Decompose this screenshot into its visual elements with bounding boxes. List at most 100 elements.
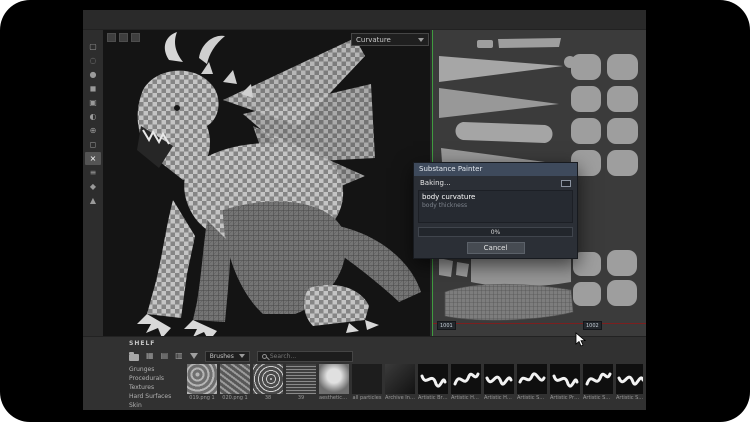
tool-clone[interactable]: ◻	[85, 138, 101, 151]
shelf-asset-preview	[517, 364, 547, 394]
grid-view-icon[interactable]: ▦	[146, 351, 154, 361]
shelf-asset-label: aesthetica...	[319, 395, 349, 401]
viewport-camera-icon[interactable]	[131, 33, 140, 42]
channel-selector-dropdown[interactable]: Curvature	[351, 33, 429, 46]
uv-tile-boundary-line	[433, 323, 646, 324]
shelf-panel: SHELF ▦ ▤ ▥ Brushes GrungesProceduralsTe…	[83, 336, 646, 410]
shelf-thumbnail-row: 019.png 1020.png 13839aesthetica...all p…	[187, 364, 643, 401]
shelf-asset-label: Artistic Soft...	[616, 395, 643, 401]
shelf-asset-preview	[187, 364, 217, 394]
tool-eraser[interactable]: ◼	[85, 82, 101, 95]
detail-view-icon[interactable]: ▥	[175, 351, 183, 361]
shelf-asset[interactable]: 38	[253, 364, 283, 401]
filter-icon[interactable]	[190, 353, 198, 359]
shelf-asset-label: 020.png 1	[220, 395, 250, 401]
channel-selector-label: Curvature	[356, 36, 391, 44]
shelf-title: SHELF	[129, 340, 155, 347]
shelf-asset-label: Artistic Soft...	[517, 395, 547, 401]
shelf-asset-preview	[484, 364, 514, 394]
shelf-asset-label: 38	[253, 395, 283, 401]
shelf-asset-preview	[583, 364, 613, 394]
queued-bake-item: body thickness	[419, 201, 572, 210]
cancel-button[interactable]: Cancel	[467, 242, 525, 254]
tool-lasso[interactable]: ◌	[85, 54, 101, 67]
shelf-asset-preview	[385, 364, 415, 394]
search-input[interactable]	[270, 353, 348, 360]
chevron-down-icon	[418, 38, 424, 42]
dialog-title: Substance Painter	[414, 163, 577, 176]
shelf-asset-preview	[550, 364, 580, 394]
shelf-asset[interactable]: 020.png 1	[220, 364, 250, 401]
shelf-asset-preview	[253, 364, 283, 394]
shelf-toolbar: ▦ ▤ ▥ Brushes	[129, 349, 353, 363]
shelf-asset-preview	[286, 364, 316, 394]
asset-type-label: Brushes	[210, 353, 234, 360]
shelf-asset[interactable]: aesthetica...	[319, 364, 349, 401]
shelf-search[interactable]	[257, 351, 353, 362]
tool-smudge[interactable]: ⊕	[85, 124, 101, 137]
mouse-cursor	[575, 332, 586, 347]
baking-dialog: Substance Painter Baking... body curvatu…	[413, 162, 578, 259]
tool-polygon-fill[interactable]: ◐	[85, 110, 101, 123]
tool-select[interactable]: ▢	[85, 40, 101, 53]
shelf-asset[interactable]: Artistic Soft...	[517, 364, 547, 401]
shelf-asset[interactable]: Artistic Soft...	[616, 364, 643, 401]
shelf-asset-label: Artistic Soft...	[583, 395, 613, 401]
shelf-asset-preview	[451, 364, 481, 394]
shelf-asset-label: Artistic Hea...	[484, 395, 514, 401]
screenshot-stage: Curvature ▢◌●◼▣◐⊕◻×≡◆▲	[0, 0, 750, 422]
udim-tile-label: 1002	[583, 321, 602, 330]
shelf-asset-label: Archive Inte...	[385, 395, 415, 401]
substance-painter-window: Curvature ▢◌●◼▣◐⊕◻×≡◆▲	[83, 10, 646, 410]
shelf-asset[interactable]: 019.png 1	[187, 364, 217, 401]
asset-type-dropdown[interactable]: Brushes	[205, 351, 250, 362]
search-icon	[262, 354, 267, 359]
shelf-asset[interactable]: Archive Inte...	[385, 364, 415, 401]
top-menu-bar	[83, 10, 646, 30]
shelf-asset[interactable]: Artistic Prin...	[550, 364, 580, 401]
viewport-shading-icon[interactable]	[119, 33, 128, 42]
shelf-category-procedurals[interactable]: Procedurals	[129, 374, 185, 383]
shelf-asset-preview	[616, 364, 643, 394]
bake-counter-icon	[561, 180, 571, 187]
list-view-icon[interactable]: ▤	[161, 351, 169, 361]
shelf-asset[interactable]: all particles	[352, 364, 382, 401]
folder-icon[interactable]	[129, 354, 139, 361]
shelf-asset[interactable]: 39	[286, 364, 316, 401]
tool-mask[interactable]: ◆	[85, 180, 101, 193]
shelf-category-skin[interactable]: Skin	[129, 401, 185, 410]
shelf-asset[interactable]: Artistic Hea...	[451, 364, 481, 401]
shelf-asset-label: 39	[286, 395, 316, 401]
shelf-category-textures[interactable]: Textures	[129, 383, 185, 392]
progress-bar: 0%	[418, 227, 573, 237]
shelf-category-list: GrungesProceduralsTexturesHard SurfacesS…	[129, 365, 185, 410]
tool-paint-brush[interactable]: ●	[85, 68, 101, 81]
shelf-asset-label: Artistic Bru...	[418, 395, 448, 401]
viewport-3d[interactable]	[103, 30, 430, 336]
tool-geometry[interactable]: ▲	[85, 194, 101, 207]
shelf-asset-label: Artistic Hea...	[451, 395, 481, 401]
shelf-asset-preview	[418, 364, 448, 394]
tool-material-picker[interactable]: ×	[85, 152, 101, 165]
dragon-model-render	[103, 30, 430, 336]
shelf-asset-label: 019.png 1	[187, 395, 217, 401]
shelf-asset-label: all particles	[352, 395, 382, 401]
shelf-asset[interactable]: Artistic Soft...	[583, 364, 613, 401]
shelf-asset-preview	[352, 364, 382, 394]
shelf-asset-preview	[220, 364, 250, 394]
shelf-asset[interactable]: Artistic Hea...	[484, 364, 514, 401]
viewport-toolbar	[107, 33, 140, 42]
shelf-asset-preview	[319, 364, 349, 394]
baking-status-text: Baking...	[420, 179, 451, 187]
tool-column: ▢◌●◼▣◐⊕◻×≡◆▲	[84, 40, 102, 207]
shelf-asset-label: Artistic Prin...	[550, 395, 580, 401]
shelf-category-grunges[interactable]: Grunges	[129, 365, 185, 374]
tool-projection[interactable]: ▣	[85, 96, 101, 109]
bake-item-list: body curvature body thickness	[418, 190, 573, 223]
tool-layers[interactable]: ≡	[85, 166, 101, 179]
udim-tile-label: 1001	[437, 321, 456, 330]
current-bake-item: body curvature	[419, 191, 572, 201]
shelf-asset[interactable]: Artistic Bru...	[418, 364, 448, 401]
viewport-mode-icon[interactable]	[107, 33, 116, 42]
shelf-category-hard-surfaces[interactable]: Hard Surfaces	[129, 392, 185, 401]
